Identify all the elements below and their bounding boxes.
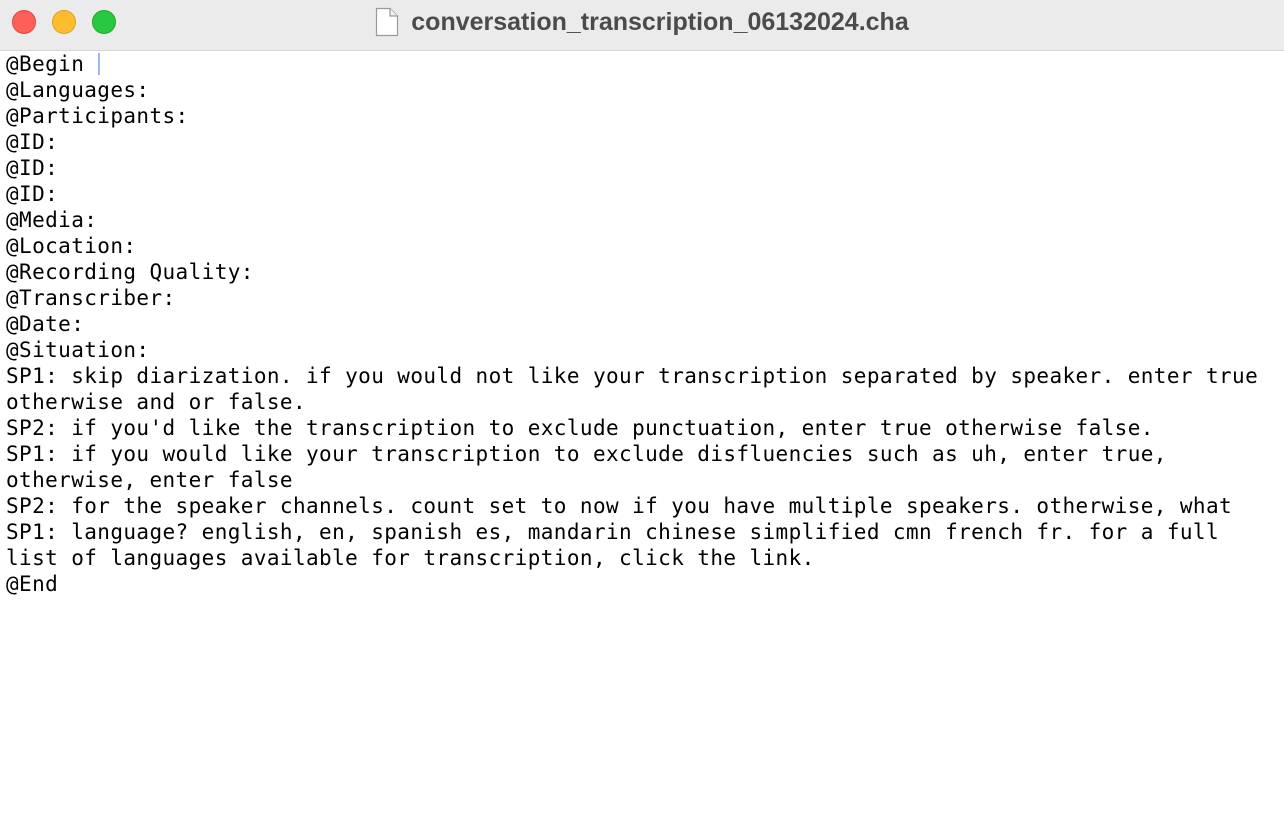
document-line-text: SP2: if you'd like the transcription to … xyxy=(6,416,1154,440)
document-line[interactable]: SP1: language? english, en, spanish es, … xyxy=(6,519,1280,545)
document-line[interactable]: @ID: xyxy=(6,129,1280,155)
document-line-text: @ID: xyxy=(6,182,59,206)
document-line[interactable]: @Location: xyxy=(6,233,1280,259)
document-line-text: @Transcriber: xyxy=(6,286,176,310)
document-line-text: otherwise, enter false xyxy=(6,468,293,492)
document-line-text: @Languages: xyxy=(6,78,150,102)
document-line[interactable]: @Transcriber: xyxy=(6,285,1280,311)
document-line-text: @Location: xyxy=(6,234,137,258)
document-line-text: list of languages available for transcri… xyxy=(6,546,815,570)
window-title-group: conversation_transcription_06132024.cha xyxy=(0,0,1284,44)
document-line[interactable]: @ID: xyxy=(6,155,1280,181)
document-line[interactable]: @End xyxy=(6,571,1280,597)
document-line-text: @Recording Quality: xyxy=(6,260,254,284)
document-line[interactable]: @Begin xyxy=(6,51,1280,77)
document-line[interactable]: SP1: skip diarization. if you would not … xyxy=(6,363,1280,389)
document-line[interactable]: SP2: if you'd like the transcription to … xyxy=(6,415,1280,441)
document-line-text: @Participants: xyxy=(6,104,189,128)
document-line[interactable]: @Situation: xyxy=(6,337,1280,363)
document-content[interactable]: @Begin @Languages: @Participants: @ID: @ID:… xyxy=(6,51,1280,597)
document-line[interactable]: @Date: xyxy=(6,311,1280,337)
text-editor-window: conversation_transcription_06132024.cha … xyxy=(0,0,1284,824)
document-line-text: @Begin xyxy=(6,52,98,76)
document-line-text: SP1: if you would like your transcriptio… xyxy=(6,442,1167,466)
window-title: conversation_transcription_06132024.cha xyxy=(411,7,909,36)
document-line-text: @Date: xyxy=(6,312,85,336)
document-line-text: otherwise and or false. xyxy=(6,390,306,414)
document-line[interactable]: SP1: if you would like your transcriptio… xyxy=(6,441,1280,467)
document-line[interactable]: list of languages available for transcri… xyxy=(6,545,1280,571)
text-cursor xyxy=(98,53,101,75)
document-line-text: @Media: xyxy=(6,208,98,232)
document-line[interactable]: @Participants: xyxy=(6,103,1280,129)
document-line-text: @Situation: xyxy=(6,338,150,362)
document-line-text: SP2: for the speaker channels. count set… xyxy=(6,494,1233,518)
document-line-text: @End xyxy=(6,572,59,596)
document-line-text: @ID: xyxy=(6,130,59,154)
document-line-text: @ID: xyxy=(6,156,59,180)
document-line[interactable]: @ID: xyxy=(6,181,1280,207)
document-line-text: SP1: language? english, en, spanish es, … xyxy=(6,520,1220,544)
text-editor-area[interactable]: @Begin @Languages: @Participants: @ID: @ID:… xyxy=(0,51,1284,824)
document-line[interactable]: otherwise, enter false xyxy=(6,467,1280,493)
document-line[interactable]: SP2: for the speaker channels. count set… xyxy=(6,493,1280,519)
title-bar[interactable]: conversation_transcription_06132024.cha xyxy=(0,0,1284,51)
document-line[interactable]: @Recording Quality: xyxy=(6,259,1280,285)
document-line[interactable]: @Languages: xyxy=(6,77,1280,103)
document-line[interactable]: otherwise and or false. xyxy=(6,389,1280,415)
document-line-text: SP1: skip diarization. if you would not … xyxy=(6,364,1259,388)
document-icon[interactable] xyxy=(375,7,399,37)
document-line[interactable]: @Media: xyxy=(6,207,1280,233)
